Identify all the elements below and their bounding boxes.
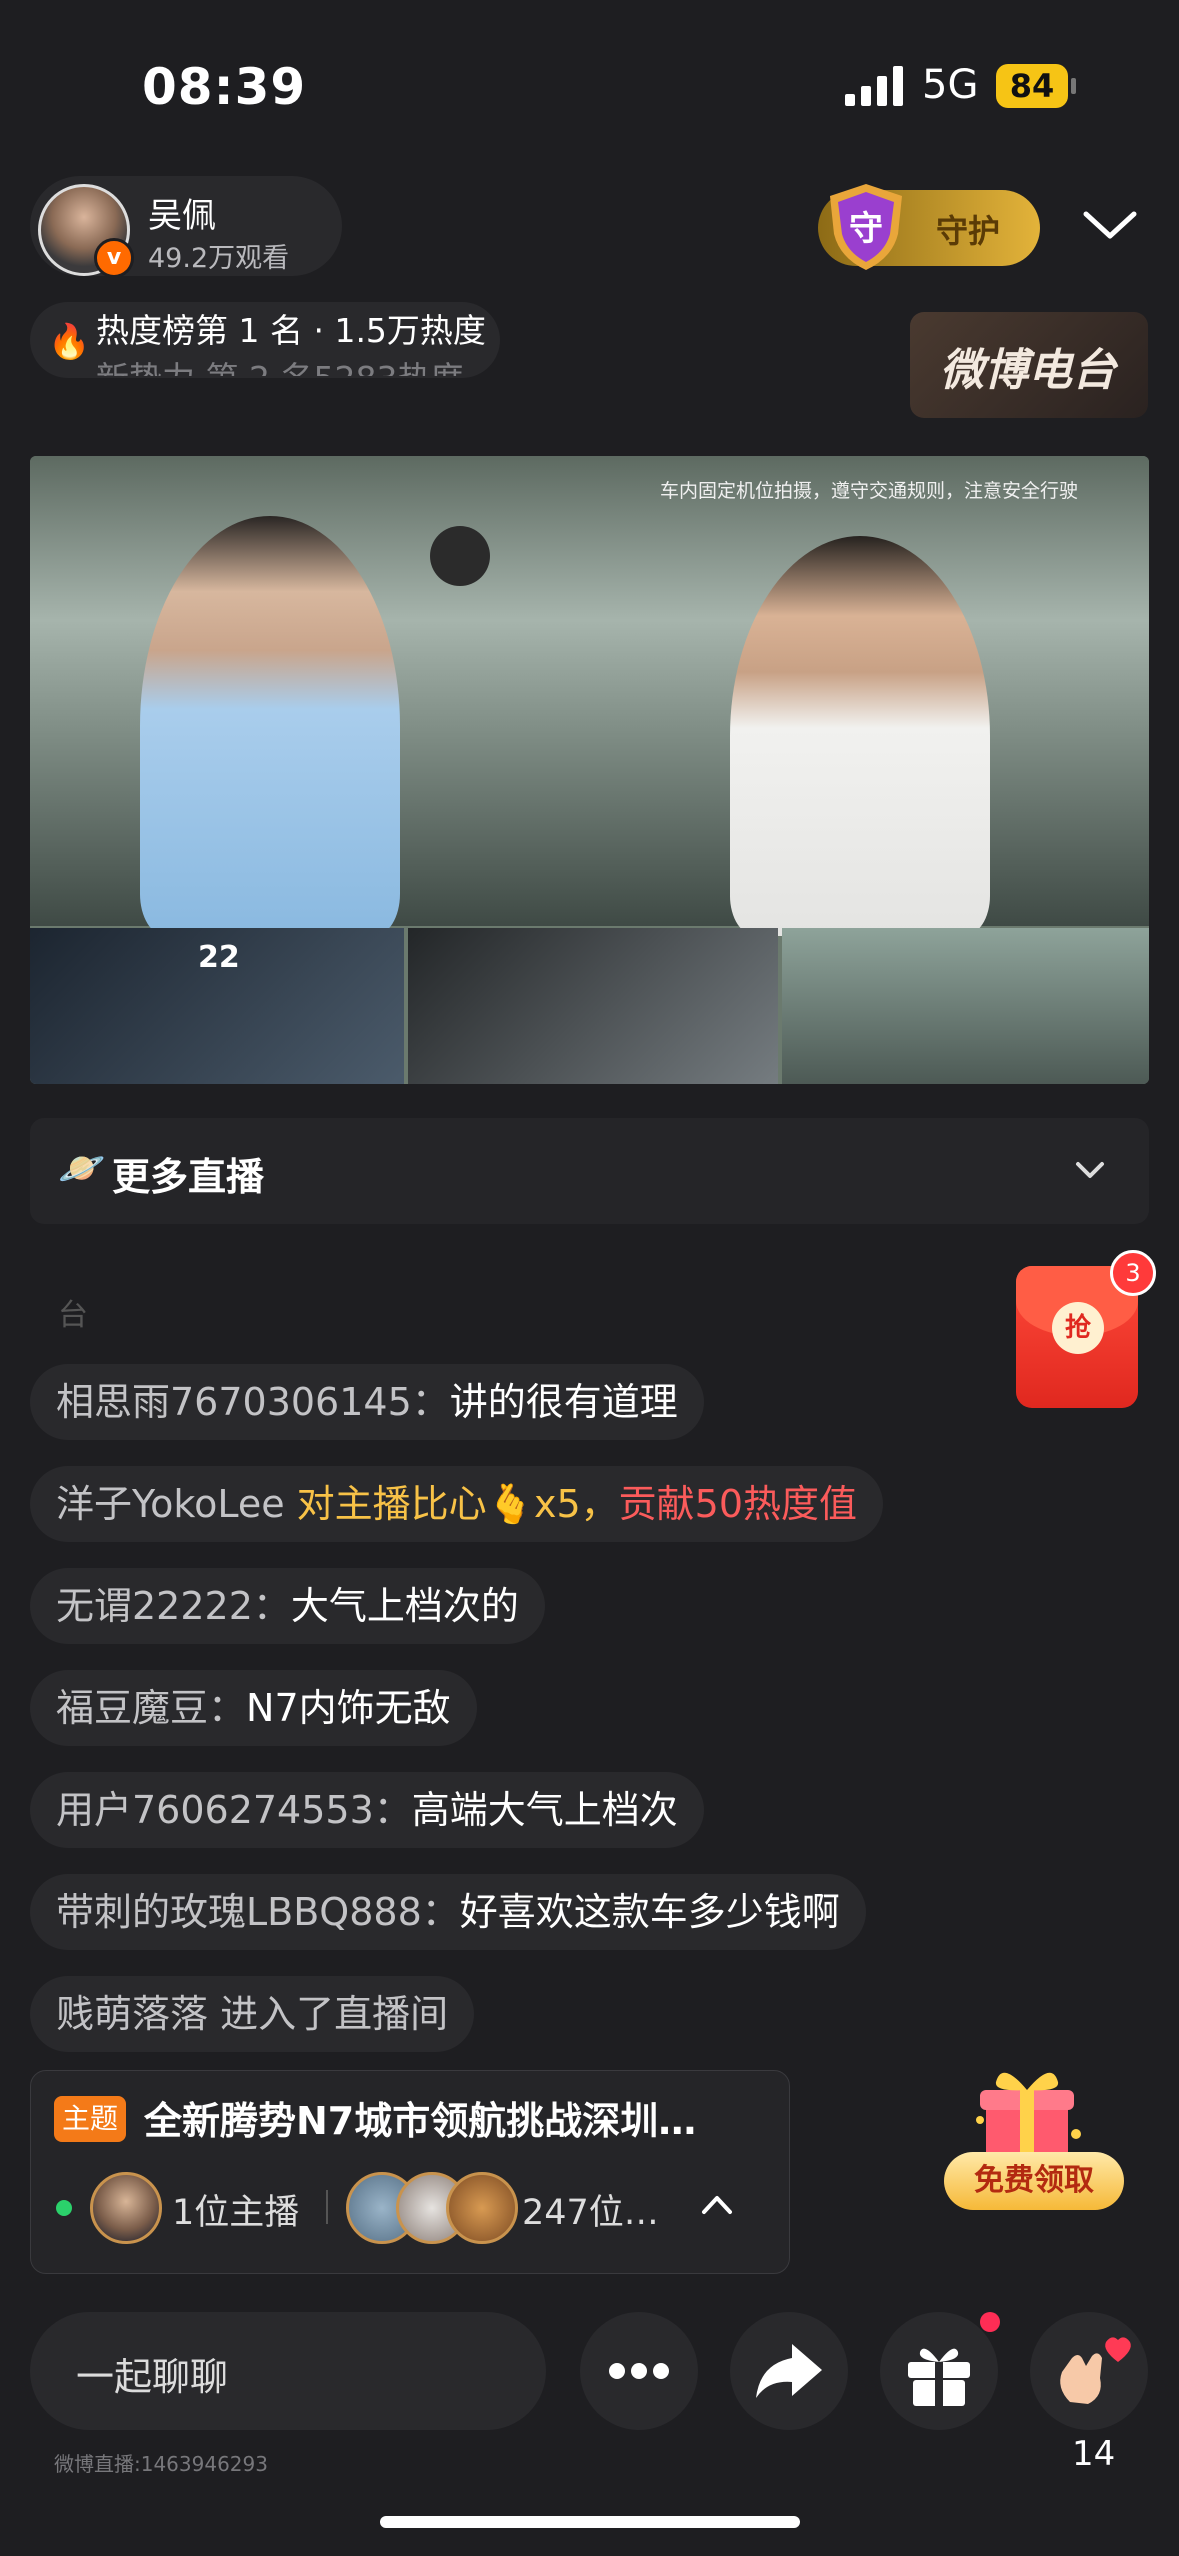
battery-level: 84 <box>996 64 1068 108</box>
guest-count: 247位… <box>522 2193 659 2233</box>
status-time: 08:39 <box>142 58 307 116</box>
anchor-name[interactable]: 吴佩 <box>148 188 216 237</box>
speed-display: 22 <box>198 940 240 975</box>
safety-caption: 车内固定机位拍摄，遵守交通规则，注意安全行驶 <box>660 480 1079 502</box>
chat-text: 进入了直播间 <box>220 1992 449 2036</box>
gift-button[interactable] <box>880 2312 998 2430</box>
cabin-camera-thumb[interactable] <box>408 928 778 1084</box>
viewer-count: 49.2万观看 <box>148 243 290 274</box>
chat-username: 用户7606274553： <box>56 1788 412 1832</box>
chat-username: 贱萌落落 <box>56 1992 221 2036</box>
chat-text: 讲的很有道理 <box>449 1380 678 1424</box>
chat-join-message[interactable]: 贱萌落落 进入了直播间 <box>30 1976 475 2052</box>
home-indicator[interactable] <box>380 2516 800 2528</box>
live-room-id: 微博直播:1463946293 <box>54 2452 268 2476</box>
chat-text: N7内饰无敌 <box>246 1686 451 1730</box>
free-gift-button[interactable]: 免费领取 <box>944 2152 1124 2210</box>
gift-icon <box>908 2348 970 2406</box>
chat-username: 洋子YokoLee <box>56 1482 297 1526</box>
gift-box-icon[interactable] <box>972 2060 1082 2164</box>
live-video-player[interactable]: 车内固定机位拍摄，遵守交通规则，注意安全行驶 22 <box>30 456 1149 1084</box>
chevron-down-icon[interactable] <box>1074 1156 1106 1184</box>
notification-dot <box>980 2312 1000 2332</box>
chat-gift-message[interactable]: 洋子YokoLee 对主播比心🫰x5，贡献50热度值 <box>30 1466 884 1542</box>
live-status-dot <box>56 2200 72 2216</box>
finger-heart-button[interactable] <box>1030 2312 1148 2430</box>
verified-badge-icon: v <box>94 238 134 278</box>
guard-label: 守护 <box>936 212 1001 250</box>
dashboard-camera-thumb[interactable]: 22 <box>30 928 404 1084</box>
network-type: 5G <box>922 62 979 108</box>
battery-icon: 84 <box>996 64 1078 108</box>
topic-tag: 主题 <box>54 2096 126 2142</box>
chat-message[interactable]: 福豆魔豆：N7内饰无敌 <box>30 1670 477 1746</box>
chat-username: 相思雨7670306145： <box>56 1380 450 1424</box>
chat-message[interactable]: 带刺的玫瑰LBBQ888：好喜欢这款车多少钱啊 <box>30 1874 866 1950</box>
chat-input-placeholder: 一起聊聊 <box>76 2355 229 2399</box>
chat-username: 福豆魔豆： <box>56 1686 247 1730</box>
divider <box>326 2190 328 2224</box>
finger-heart-icon: 🫰 <box>486 1482 534 1526</box>
red-packet-count-badge: 3 <box>1110 1250 1156 1296</box>
red-packet-label: 抢 <box>1052 1302 1104 1354</box>
guard-badge-text: 守 <box>849 209 883 249</box>
like-count: 14 <box>1072 2434 1116 2474</box>
main-camera-feed: 车内固定机位拍摄，遵守交通规则，注意安全行驶 <box>30 456 1149 936</box>
host-avatar[interactable] <box>90 2172 162 2244</box>
more-options-button[interactable] <box>580 2312 698 2430</box>
finger-heart-icon <box>1060 2337 1131 2404</box>
chevron-up-icon[interactable] <box>700 2192 734 2218</box>
guest-avatar[interactable] <box>446 2172 518 2244</box>
chat-text: 高端大气上档次 <box>411 1788 678 1832</box>
topic-title[interactable]: 全新腾势N7城市领航挑战深圳… <box>144 2090 764 2145</box>
gift-count: x5， <box>534 1482 619 1526</box>
chat-message[interactable]: 用户7606274553：高端大气上档次 <box>30 1772 704 1848</box>
share-arrow-icon <box>756 2344 822 2398</box>
heat-rank-subtext: 新势力 第 2 名5283热度 <box>96 352 463 376</box>
ellipsis-icon <box>609 2363 669 2379</box>
signal-icon <box>845 66 903 106</box>
chat-message[interactable]: 相思雨7670306145：讲的很有道理 <box>30 1364 704 1440</box>
host-count: 1位主播 <box>172 2193 300 2233</box>
chat-username: 无谓22222： <box>56 1584 291 1628</box>
chat-faded-message: 台 <box>58 1298 88 1333</box>
fire-icon: 🔥 <box>48 322 91 362</box>
chat-text: 好喜欢这款车多少钱啊 <box>459 1890 840 1934</box>
planet-icon: 🪐 <box>58 1146 106 1190</box>
gift-contribution: 贡献50热度值 <box>618 1482 858 1526</box>
gift-text: 对主播比心 <box>296 1482 487 1526</box>
chevron-down-icon[interactable] <box>1080 200 1140 250</box>
share-button[interactable] <box>730 2312 848 2430</box>
more-live-label: 更多直播 <box>112 1155 265 1199</box>
heat-rank-text: 热度榜第 1 名 · 1.5万热度 <box>96 311 486 350</box>
shield-icon: 守 <box>830 184 902 270</box>
weibo-radio-label: 微博电台 <box>940 345 1116 396</box>
chat-message[interactable]: 无谓22222：大气上档次的 <box>30 1568 545 1644</box>
chat-username: 带刺的玫瑰LBBQ888： <box>56 1890 460 1934</box>
road-camera-thumb[interactable] <box>782 928 1149 1084</box>
chat-text: 大气上档次的 <box>290 1584 519 1628</box>
